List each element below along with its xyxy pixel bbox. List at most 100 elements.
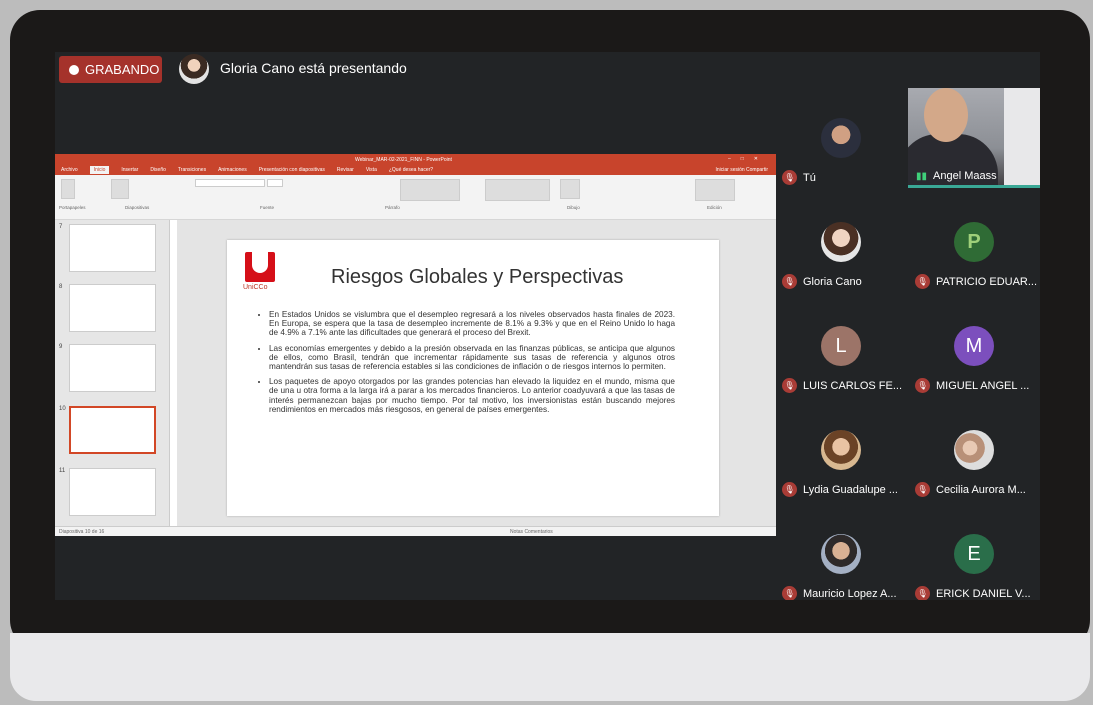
tab-archivo[interactable]: Archivo [61,167,78,173]
slide-bullets: En Estados Unidos se vislumbra que el de… [255,310,675,420]
participant-name: Lydia Guadalupe ... [803,483,898,496]
share-link[interactable]: Iniciar sesión Compartir [715,167,768,173]
bullet-item: Las economías emergentes y debido a la p… [269,344,675,372]
thumb-number: 8 [59,284,63,290]
group-diapositivas: Diapositivas [125,205,150,210]
tab-inicio[interactable]: Inicio [89,166,110,174]
group-dibujo: Dibujo [567,205,580,210]
shapes-gallery[interactable] [485,179,550,201]
avatar [821,534,861,574]
meeting-screen: GRABANDO Gloria Cano está presentando We… [55,52,1040,600]
bullet-item: Los paquetes de apoyo otorgados por las … [269,377,675,414]
participant-name: ERICK DANIEL V... [936,587,1031,600]
ppt-ribbon-tabs: Archivo Inicio Insertar Diseño Transicio… [55,165,776,175]
participant-name: Cecilia Aurora M... [936,483,1026,496]
participant-name: Tú [803,171,816,184]
ppt-window-title: Webinar_MAR-02-2021_FINN - PowerPoint [355,157,452,163]
slide-thumbnails-pane: 7 8 9 10 11 [55,220,170,526]
participant-tile[interactable]: M 🎙 MIGUEL ANGEL ... [909,296,1040,400]
participant-name: Gloria Cano [803,275,862,288]
avatar: E [954,534,994,574]
avatar: L [821,326,861,366]
text-direction-group[interactable] [400,179,460,201]
window-controls[interactable]: –□✕ [728,156,768,162]
tab-transiciones[interactable]: Transiciones [178,167,206,173]
tab-vista[interactable]: Vista [366,167,377,173]
arrange-button[interactable] [560,179,580,199]
slide-thumbnail-selected[interactable] [69,406,156,454]
participant-tile[interactable]: 🎙 Mauricio Lopez A... [776,504,907,600]
ppt-ribbon: Portapapeles Diapositivas Fuente Párrafo… [55,175,776,220]
active-speaker-bar [908,185,1040,188]
avatar: P [954,222,994,262]
mic-muted-icon[interactable]: 🎙 [915,274,930,289]
mic-muted-icon[interactable]: 🎙 [782,482,797,497]
new-slide-button[interactable] [111,179,129,199]
slide-thumbnail[interactable] [69,284,156,332]
mic-muted-icon[interactable]: 🎙 [782,378,797,393]
participant-video-angel[interactable]: ▮▮ Angel Maass [908,88,1040,188]
avatar [821,430,861,470]
participant-tile[interactable]: 🎙 Lydia Guadalupe ... [776,400,907,504]
find-replace-group[interactable] [695,179,735,201]
unicco-logo-icon [245,252,275,282]
tab-presentacion[interactable]: Presentación con diapositivas [259,167,325,173]
slide-counter: Diapositiva 10 de 16 [59,529,105,535]
mic-muted-icon[interactable]: 🎙 [782,274,797,289]
group-edicion: Edición [707,205,722,210]
mic-muted-icon[interactable]: 🎙 [782,586,797,600]
recording-indicator[interactable]: GRABANDO [59,56,162,83]
logo-text: UniCCo [243,284,268,291]
slide-thumbnail[interactable] [69,344,156,392]
mic-muted-icon[interactable]: 🎙 [915,482,930,497]
participant-name: MIGUEL ANGEL ... [936,379,1030,392]
monitor-chin [10,633,1090,701]
paste-button[interactable] [61,179,75,199]
slide-thumbnail[interactable] [69,468,156,516]
meeting-topbar: GRABANDO Gloria Cano está presentando [55,52,1040,88]
participants-panel: 🎙 Tú ▮▮ Angel Maass 🎙 Gloria Cano P 🎙 PATRIC… [776,88,1040,600]
participant-tile[interactable]: P 🎙 PATRICIO EDUAR... [909,192,1040,296]
current-slide: UniCCo Riesgos Globales y Perspectivas E… [227,240,719,516]
tab-insertar[interactable]: Insertar [121,167,138,173]
mic-muted-icon[interactable]: 🎙 [915,378,930,393]
participant-tile[interactable]: 🎙 Gloria Cano [776,192,907,296]
font-name-box[interactable] [195,179,265,187]
bullet-item: En Estados Unidos se vislumbra que el de… [269,310,675,338]
tab-animaciones[interactable]: Animaciones [218,167,247,173]
mic-muted-icon[interactable]: 🎙 [915,586,930,600]
thumb-number: 11 [59,468,66,474]
ppt-statusbar: Diapositiva 10 de 16 Notas Comentarios [55,526,776,536]
tell-me-search[interactable]: ¿Qué desea hacer? [389,167,433,173]
participant-tile[interactable]: 🎙 Cecilia Aurora M... [909,400,1040,504]
recording-label: GRABANDO [85,62,160,77]
avatar [954,430,994,470]
participant-tile[interactable]: E 🎙 ERICK DANIEL V... [909,504,1040,600]
mic-muted-icon[interactable]: 🎙 [782,170,797,185]
group-parrafo: Párrafo [385,205,400,210]
tab-revisar[interactable]: Revisar [337,167,354,173]
speaking-indicator-icon: ▮▮ [916,170,928,182]
thumb-number: 9 [59,344,63,350]
participant-tile[interactable]: L 🎙 LUIS CARLOS FE... [776,296,907,400]
presenter-avatar [179,54,209,84]
avatar [821,118,861,158]
avatar [821,222,861,262]
notes-comments-buttons[interactable]: Notas Comentarios [510,529,553,535]
participant-tile-you[interactable]: 🎙 Tú [776,88,907,192]
record-dot-icon [69,64,79,75]
ppt-titlebar: Webinar_MAR-02-2021_FINN - PowerPoint –□… [55,154,776,165]
thumb-number: 10 [59,406,66,412]
font-size-box[interactable] [267,179,283,187]
participant-name: PATRICIO EDUAR... [936,275,1038,288]
powerpoint-window: Webinar_MAR-02-2021_FINN - PowerPoint –□… [55,154,776,536]
avatar: M [954,326,994,366]
video-person-head [924,88,968,142]
participant-name: Mauricio Lopez A... [803,587,897,600]
slide-thumbnail[interactable] [69,224,156,272]
group-fuente: Fuente [260,205,275,210]
participant-name: Angel Maass [933,170,997,182]
tab-diseno[interactable]: Diseño [150,167,166,173]
thumb-number: 7 [59,224,63,230]
participant-name: LUIS CARLOS FE... [803,379,903,392]
